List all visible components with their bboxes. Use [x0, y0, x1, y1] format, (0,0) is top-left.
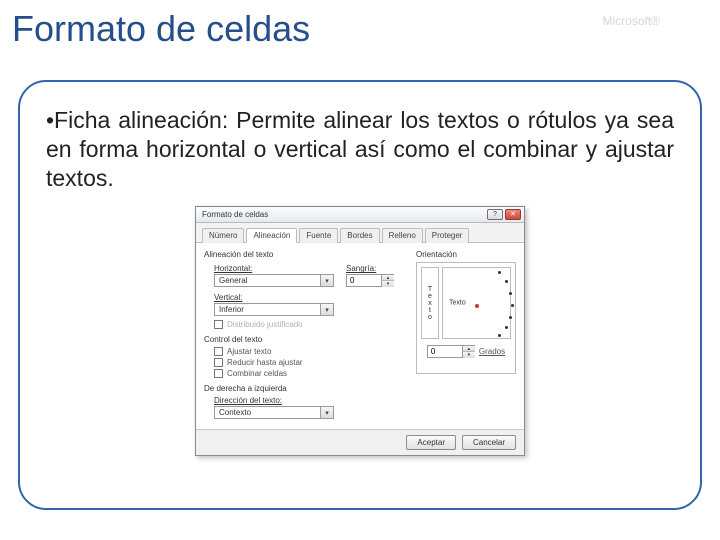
spin-down-icon[interactable]: ▾: [463, 352, 475, 358]
right-column: Orientación Texto Texto: [416, 250, 516, 423]
grados-label: Grados: [479, 347, 505, 356]
bullet-text: •Ficha alineación: Permite alinear los t…: [46, 106, 674, 192]
dialog-footer: Aceptar Cancelar: [196, 429, 524, 455]
dial-indicator: [475, 304, 479, 308]
tab-numero[interactable]: Número: [202, 228, 244, 243]
dial-dot: [498, 271, 501, 274]
content-panel: •Ficha alineación: Permite alinear los t…: [18, 80, 702, 510]
control-section-label: Control del texto: [204, 335, 408, 344]
ajustar-label: Ajustar texto: [227, 347, 271, 356]
dial-dot: [509, 292, 512, 295]
horizontal-label: Horizontal:: [214, 264, 334, 273]
combinar-checkbox[interactable]: [214, 369, 223, 378]
dial-dot: [505, 326, 508, 329]
orientation-label: Orientación: [416, 250, 516, 259]
vertical-text-preview[interactable]: Texto: [421, 267, 439, 339]
reducir-label: Reducir hasta ajustar: [227, 358, 303, 367]
dial-text: Texto: [449, 300, 466, 307]
dir-label: Dirección del texto:: [214, 396, 408, 405]
dial-dot: [498, 334, 501, 337]
sangria-label: Sangría:: [346, 264, 394, 273]
brand-label: Microsoft®: [602, 14, 660, 28]
dial-dot: [511, 304, 514, 307]
dir-combo[interactable]: Contexto ▾: [214, 406, 334, 419]
format-cells-dialog: Formato de celdas ? ✕ Número Alineación …: [195, 206, 525, 456]
chevron-down-icon: ▾: [320, 407, 333, 418]
chevron-down-icon: ▾: [320, 304, 333, 315]
dialog-titlebar: Formato de celdas ? ✕: [196, 207, 524, 223]
page-title: Formato de celdas: [12, 8, 310, 50]
tab-alineacion[interactable]: Alineación: [246, 228, 297, 243]
left-column: Alineación del texto Horizontal: General…: [204, 250, 408, 423]
tab-proteger[interactable]: Proteger: [425, 228, 470, 243]
grados-input[interactable]: [428, 346, 462, 357]
sangria-stepper[interactable]: ▴ ▾: [346, 274, 394, 287]
reducir-checkbox[interactable]: [214, 358, 223, 367]
horizontal-value: General: [219, 276, 247, 285]
combinar-label: Combinar celdas: [227, 369, 287, 378]
tab-strip: Número Alineación Fuente Bordes Relleno …: [196, 223, 524, 243]
rtl-section-label: De derecha a izquierda: [204, 384, 408, 393]
spin-down-icon[interactable]: ▾: [382, 281, 394, 287]
vertical-combo[interactable]: Inferior ▾: [214, 303, 334, 316]
horizontal-combo[interactable]: General ▾: [214, 274, 334, 287]
dist-just-label: Distribuido justificado: [227, 320, 303, 329]
vertical-value: Inferior: [219, 305, 244, 314]
sangria-input[interactable]: [347, 275, 381, 286]
tab-relleno[interactable]: Relleno: [382, 228, 423, 243]
window-buttons: ? ✕: [487, 209, 521, 220]
vertical-label: Vertical:: [214, 293, 408, 302]
orientation-dial[interactable]: Texto: [442, 267, 511, 339]
grados-stepper[interactable]: ▴ ▾: [427, 345, 475, 358]
tab-fuente[interactable]: Fuente: [299, 228, 338, 243]
dir-value: Contexto: [219, 408, 251, 417]
help-button[interactable]: ?: [487, 209, 503, 220]
dialog-title: Formato de celdas: [202, 210, 268, 219]
dialog-wrap: Formato de celdas ? ✕ Número Alineación …: [46, 206, 674, 456]
dist-just-checkbox[interactable]: [214, 320, 223, 329]
dial-dot: [505, 280, 508, 283]
ajustar-checkbox[interactable]: [214, 347, 223, 356]
chevron-down-icon: ▾: [320, 275, 333, 286]
close-button[interactable]: ✕: [505, 209, 521, 220]
align-section-label: Alineación del texto: [204, 250, 408, 259]
accept-button[interactable]: Aceptar: [406, 435, 456, 450]
tab-bordes[interactable]: Bordes: [340, 228, 379, 243]
orientation-box: Texto Texto: [416, 262, 516, 374]
dialog-body: Alineación del texto Horizontal: General…: [196, 243, 524, 429]
dial-dot: [509, 316, 512, 319]
cancel-button[interactable]: Cancelar: [462, 435, 516, 450]
